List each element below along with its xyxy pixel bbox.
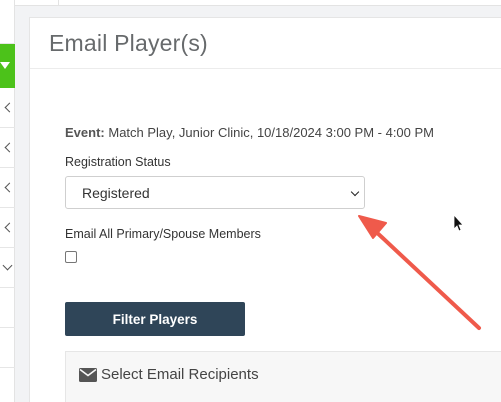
chevron-down-icon — [350, 187, 360, 197]
event-label: Event: — [65, 125, 105, 140]
page-title: Email Player(s) — [49, 29, 208, 56]
chevron-down-icon — [2, 260, 13, 271]
caret-down-icon — [0, 62, 10, 69]
email-players-card: Email Player(s) Event: Match Play, Junio… — [29, 17, 501, 402]
select-email-recipients-panel[interactable]: Select Email Recipients — [65, 351, 501, 402]
chevron-left-icon — [4, 142, 15, 153]
email-all-members-checkbox[interactable] — [65, 251, 77, 263]
event-value: Match Play, Junior Clinic, 10/18/2024 3:… — [108, 125, 435, 140]
select-email-recipients-title: Select Email Recipients — [101, 366, 259, 383]
sidebar-item-4[interactable] — [0, 208, 15, 248]
filter-players-button[interactable]: Filter Players — [65, 302, 245, 336]
top-bar-divider — [58, 0, 59, 6]
registration-status-label: Registration Status — [65, 155, 171, 169]
sidebar-item-6[interactable] — [0, 288, 15, 328]
registration-status-value: Registered — [82, 184, 150, 201]
sidebar-item-7[interactable] — [0, 328, 15, 368]
sidebar-active-item[interactable] — [0, 44, 15, 88]
sidebar-item-2[interactable] — [0, 128, 15, 168]
chevron-left-icon — [4, 222, 15, 233]
sidebar-item-1[interactable] — [0, 88, 15, 128]
email-all-members-label: Email All Primary/Spouse Members — [65, 227, 261, 241]
sidebar — [0, 0, 15, 402]
sidebar-item-3[interactable] — [0, 168, 15, 208]
event-info: Event: Match Play, Junior Clinic, 10/18/… — [65, 125, 434, 140]
card-header: Email Player(s) — [30, 18, 501, 69]
sidebar-item-5[interactable] — [0, 248, 15, 288]
top-bar — [15, 0, 501, 6]
envelope-icon — [79, 368, 97, 382]
registration-status-select[interactable]: Registered — [65, 176, 365, 209]
sidebar-top-cell — [0, 0, 15, 44]
chevron-left-icon — [4, 102, 15, 113]
chevron-left-icon — [4, 182, 15, 193]
